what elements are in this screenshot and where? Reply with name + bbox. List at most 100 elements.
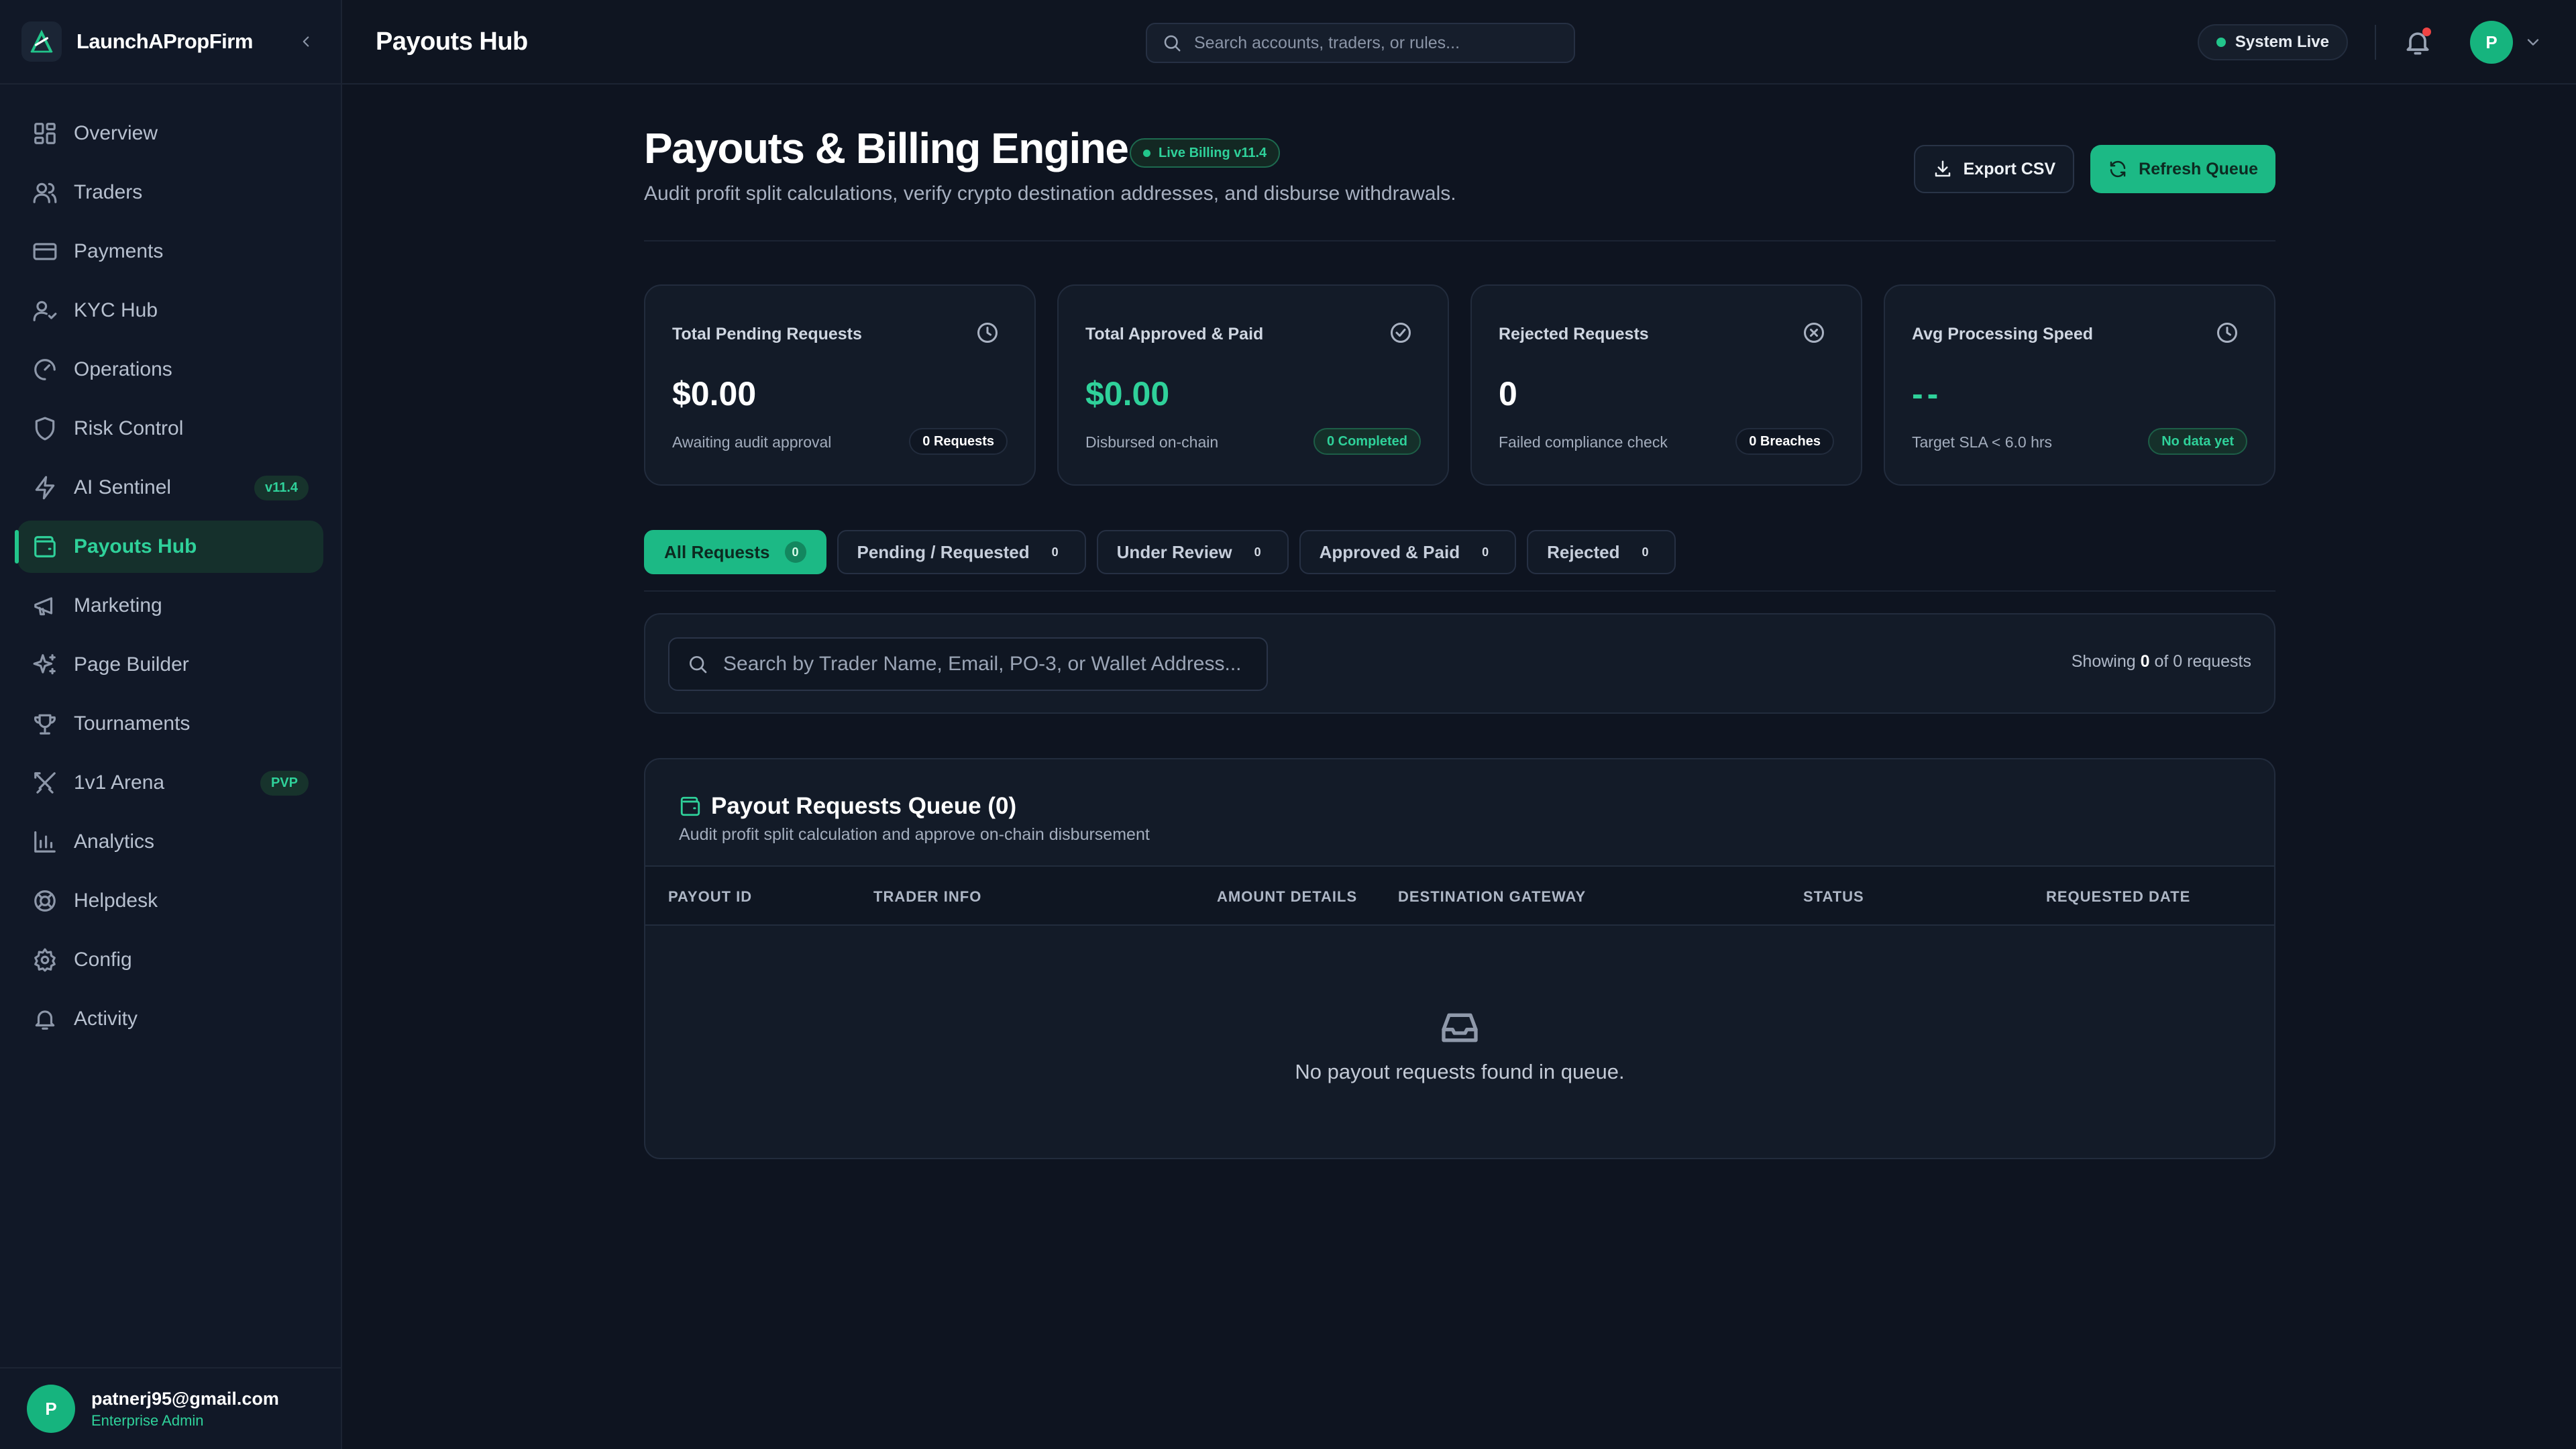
sidebar-item-helpdesk[interactable]: Helpdesk bbox=[17, 875, 323, 927]
sidebar-nav: Overview Traders Payments KYC Hub Operat… bbox=[0, 85, 341, 1045]
column-header-trader-info[interactable]: TRADER INFO bbox=[873, 888, 981, 906]
sidebar-item-label: KYC Hub bbox=[74, 299, 158, 321]
collapse-sidebar-icon[interactable] bbox=[292, 28, 319, 55]
trophy-icon bbox=[34, 714, 56, 735]
wallet-icon bbox=[34, 536, 56, 557]
search-icon bbox=[690, 656, 707, 674]
showing-count: 0 bbox=[2140, 652, 2150, 671]
clock-icon bbox=[977, 323, 998, 343]
tab-pending-requested[interactable]: Pending / Requested 0 bbox=[837, 530, 1086, 574]
stat-label: Total Pending Requests bbox=[672, 325, 862, 343]
sidebar-item-label: Payments bbox=[74, 240, 164, 262]
stat-caption: Target SLA < 6.0 hrs bbox=[1912, 433, 2053, 451]
stat-card-rejected: Rejected Requests 0 Failed compliance ch… bbox=[1470, 284, 1862, 486]
tab-under-review[interactable]: Under Review 0 bbox=[1096, 530, 1289, 574]
tab-count: 0 bbox=[1642, 545, 1649, 559]
avatar[interactable]: P bbox=[2470, 21, 2513, 64]
tab-label: Approved & Paid bbox=[1319, 541, 1460, 562]
column-header-status[interactable]: STATUS bbox=[1803, 888, 1864, 906]
sidebar-item-activity[interactable]: Activity bbox=[17, 993, 323, 1045]
brand-header: LaunchAPropFirm bbox=[0, 0, 341, 85]
sidebar-item-operations[interactable]: Operations bbox=[17, 343, 323, 396]
stat-label: Avg Processing Speed bbox=[1912, 325, 2093, 343]
column-header-payout-id[interactable]: PAYOUT ID bbox=[668, 888, 752, 906]
topbar-actions: System Live P bbox=[2197, 0, 2542, 85]
global-search-input[interactable]: Search accounts, traders, or rules... bbox=[1146, 23, 1575, 63]
swords-icon bbox=[34, 772, 56, 794]
brand-logo-icon[interactable] bbox=[21, 21, 62, 62]
tab-all-requests[interactable]: All Requests 0 bbox=[644, 530, 826, 574]
stat-chip: 0 Completed bbox=[1313, 428, 1421, 455]
stat-card-processing-speed: Avg Processing Speed -- Target SLA < 6.0… bbox=[1884, 284, 2275, 486]
sidebar-item-analytics[interactable]: Analytics bbox=[17, 816, 323, 868]
system-status-label: System Live bbox=[2235, 33, 2329, 51]
bar-chart-icon bbox=[34, 831, 56, 853]
sidebar-item-label: Helpdesk bbox=[74, 890, 158, 912]
refresh-icon bbox=[2110, 160, 2126, 178]
column-header-amount-details[interactable]: AMOUNT DETAILS bbox=[1217, 888, 1357, 906]
tab-approved-paid[interactable]: Approved & Paid 0 bbox=[1299, 530, 1517, 574]
zap-icon bbox=[35, 476, 55, 500]
sidebar-item-label: Tournaments bbox=[74, 712, 191, 735]
sidebar-item-label: Page Builder bbox=[74, 653, 189, 676]
sidebar-item-traders[interactable]: Traders bbox=[17, 166, 323, 219]
column-header-requested-date[interactable]: REQUESTED DATE bbox=[2046, 888, 2190, 906]
tab-label: Rejected bbox=[1547, 541, 1620, 562]
grid-icon bbox=[34, 123, 56, 144]
payout-search-input[interactable]: Search by Trader Name, Email, PO-3, or W… bbox=[668, 637, 1268, 691]
sidebar-item-config[interactable]: Config bbox=[17, 934, 323, 986]
sidebar-item-overview[interactable]: Overview bbox=[17, 107, 323, 160]
notifications-bell-icon[interactable] bbox=[2403, 28, 2432, 57]
sidebar-item-page-builder[interactable]: Page Builder bbox=[17, 639, 323, 691]
stat-chip: No data yet bbox=[2148, 428, 2247, 455]
sidebar-item-risk-control[interactable]: Risk Control bbox=[17, 402, 323, 455]
sidebar-item-kyc-hub[interactable]: KYC Hub bbox=[17, 284, 323, 337]
sidebar-item-label: Analytics bbox=[74, 830, 155, 853]
tab-rejected[interactable]: Rejected 0 bbox=[1527, 530, 1676, 574]
sidebar-item-1v1-arena[interactable]: 1v1 Arena PVP bbox=[17, 757, 323, 809]
wallet-icon bbox=[680, 796, 700, 816]
tab-label: Under Review bbox=[1116, 541, 1232, 562]
stat-value: -- bbox=[1912, 375, 1943, 413]
showing-prefix: Showing bbox=[2071, 652, 2136, 671]
export-csv-button[interactable]: Export CSV bbox=[1913, 145, 2075, 193]
tab-label: Pending / Requested bbox=[857, 541, 1030, 562]
sidebar-item-label: Payouts Hub bbox=[74, 535, 197, 557]
stat-label: Total Approved & Paid bbox=[1085, 325, 1264, 343]
inbox-icon bbox=[1442, 1013, 1478, 1042]
sidebar: LaunchAPropFirm Overview Traders Payment… bbox=[0, 0, 342, 1449]
sparkles-icon bbox=[33, 654, 56, 675]
queue-title: Payout Requests Queue (0) bbox=[679, 793, 1016, 820]
sidebar-item-marketing[interactable]: Marketing bbox=[17, 580, 323, 632]
empty-state: No payout requests found in queue. bbox=[645, 1006, 2274, 1084]
sidebar-item-tournaments[interactable]: Tournaments bbox=[17, 698, 323, 750]
gauge-icon bbox=[34, 359, 56, 380]
refresh-queue-button[interactable]: Refresh Queue bbox=[2090, 145, 2275, 193]
filter-bar: Search by Trader Name, Email, PO-3, or W… bbox=[644, 613, 2275, 714]
table-header: PAYOUT ID TRADER INFO AMOUNT DETAILS DES… bbox=[645, 865, 2274, 926]
sidebar-item-payouts-hub[interactable]: Payouts Hub bbox=[15, 521, 323, 573]
stat-card-approved: Total Approved & Paid $0.00 Disbursed on… bbox=[1057, 284, 1449, 486]
showing-suffix: of 0 requests bbox=[2154, 652, 2251, 671]
queue-title-label: Payout Requests Queue (0) bbox=[711, 793, 1017, 819]
bell-icon bbox=[35, 1010, 55, 1030]
user-profile[interactable]: P patnerj95@gmail.com Enterprise Admin bbox=[0, 1367, 341, 1449]
avatar[interactable]: P bbox=[27, 1385, 75, 1433]
refresh-queue-label: Refresh Queue bbox=[2139, 159, 2258, 178]
payout-queue-card: Payout Requests Queue (0) Audit profit s… bbox=[644, 758, 2275, 1159]
divider bbox=[2375, 25, 2376, 60]
main-content: Payouts & Billing Engine Live Billing v1… bbox=[644, 85, 2275, 1159]
chevron-down-icon[interactable] bbox=[2524, 33, 2542, 52]
check-circle-icon bbox=[1391, 323, 1411, 343]
stat-value: $0.00 bbox=[672, 375, 757, 413]
stat-caption: Failed compliance check bbox=[1499, 433, 1668, 451]
column-header-destination-gateway[interactable]: DESTINATION GATEWAY bbox=[1398, 888, 1586, 906]
users-icon bbox=[33, 182, 57, 203]
system-status-badge: System Live bbox=[2197, 24, 2348, 60]
sidebar-item-ai-sentinel[interactable]: AI Sentinel v11.4 bbox=[17, 462, 323, 514]
page-title: Payouts Hub bbox=[376, 27, 528, 56]
sidebar-item-payments[interactable]: Payments bbox=[17, 225, 323, 278]
stat-caption: Disbursed on-chain bbox=[1085, 433, 1219, 451]
user-check-icon bbox=[33, 301, 57, 321]
stat-chip: 0 Breaches bbox=[1735, 428, 1834, 455]
